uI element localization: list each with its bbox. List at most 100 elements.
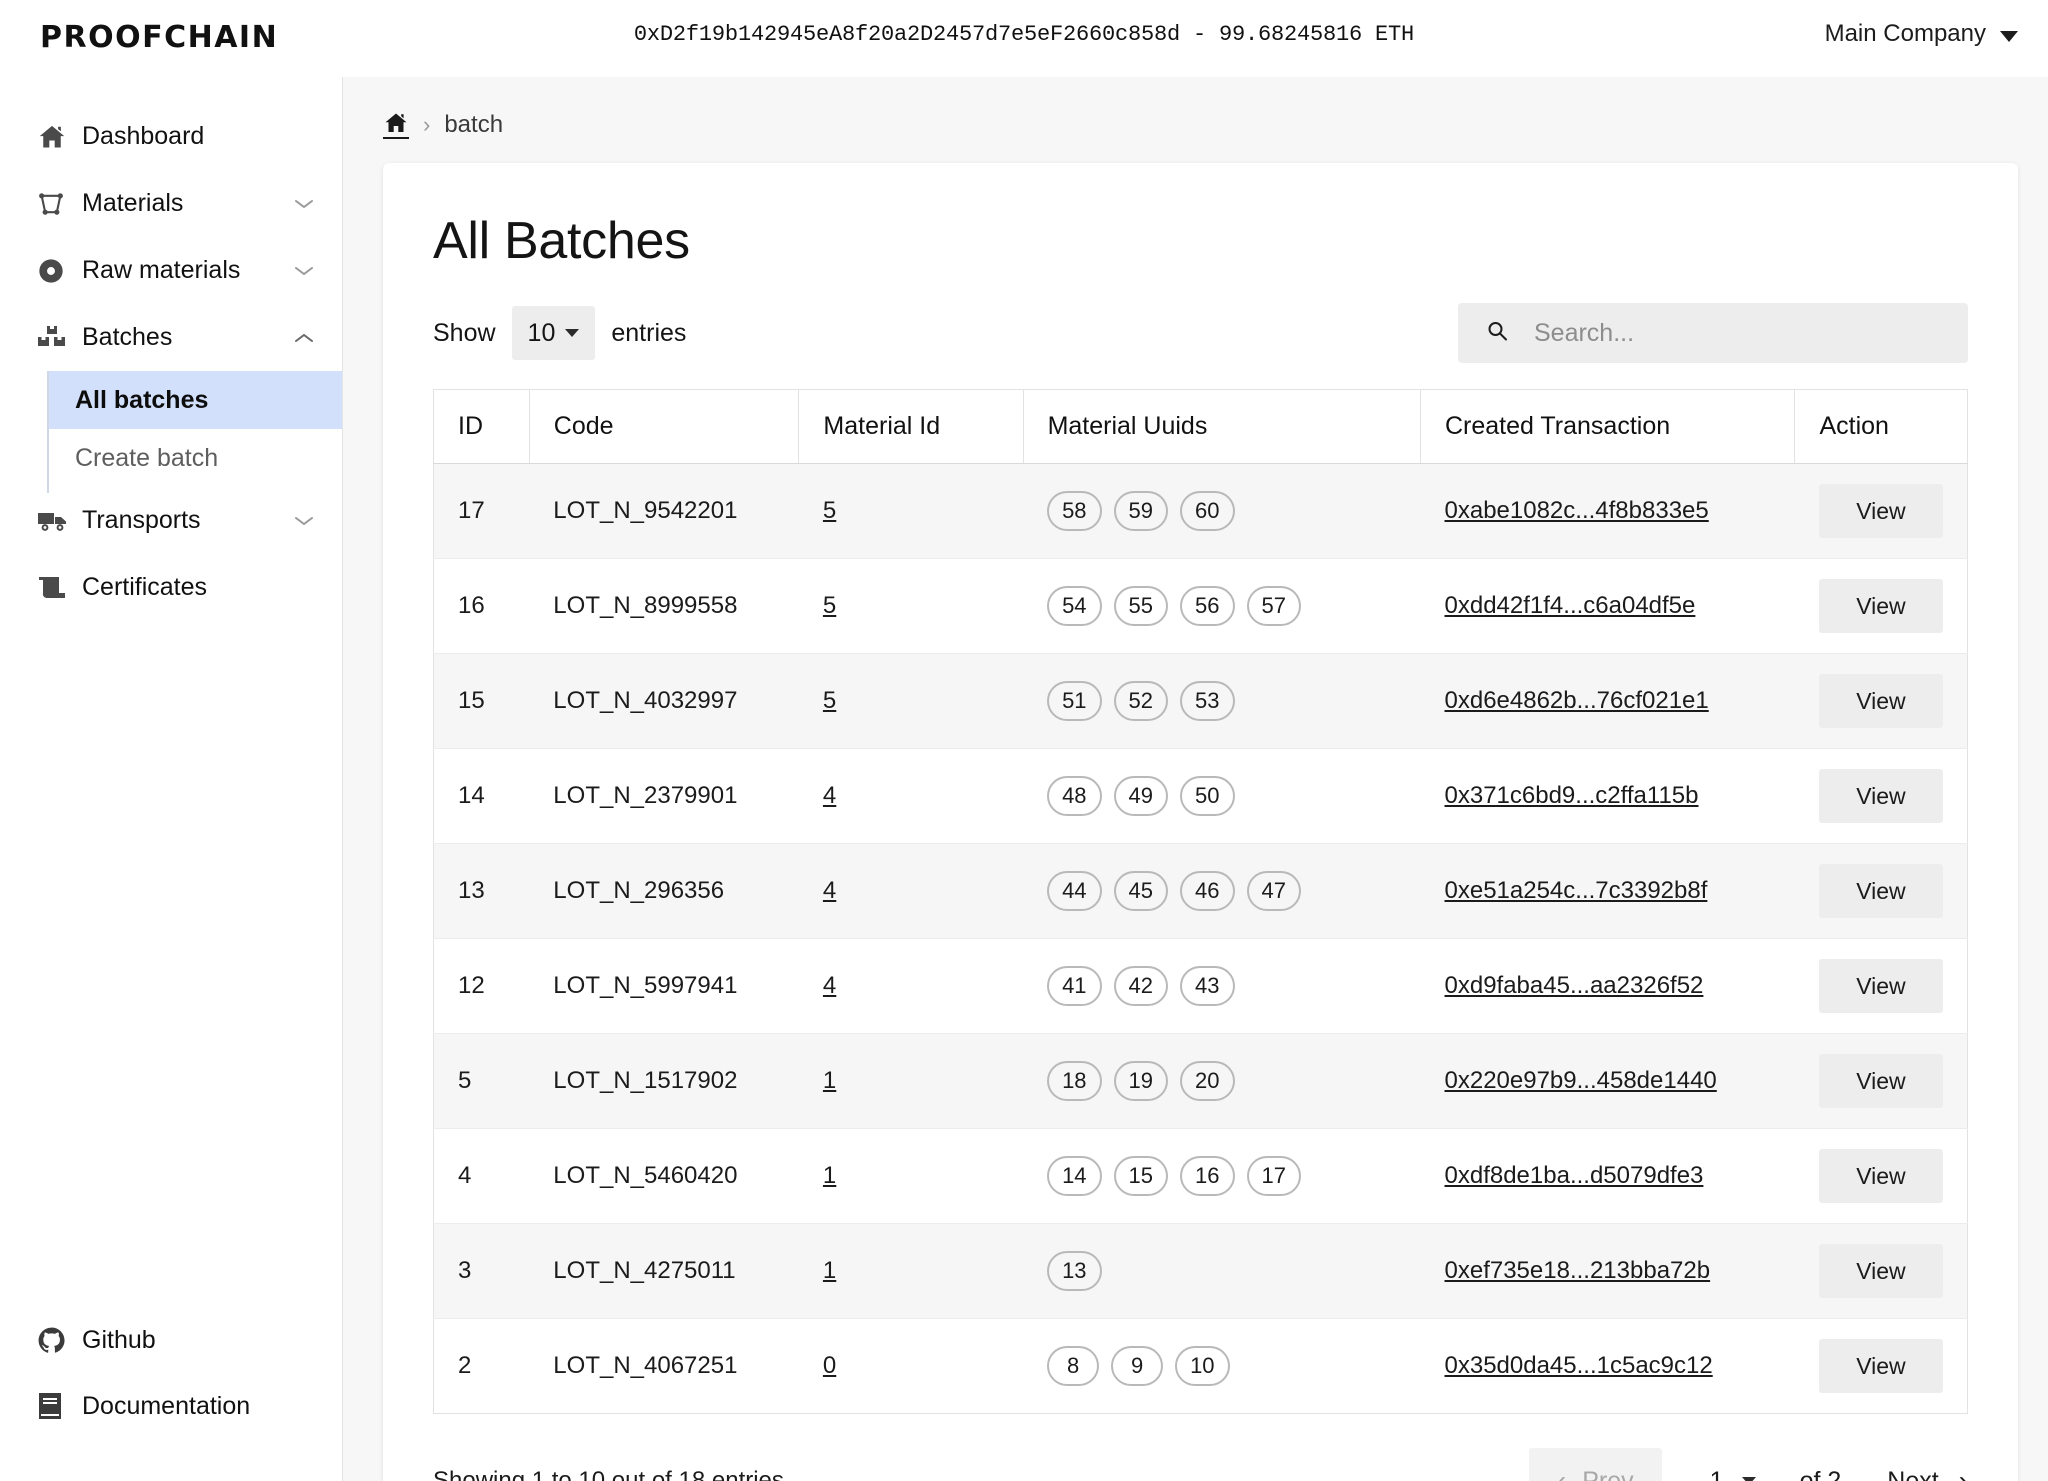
sidebar-item-transports[interactable]: Transports [0, 487, 342, 554]
search-box[interactable] [1458, 303, 1968, 363]
raw-material-icon [37, 256, 71, 286]
material-id-link[interactable]: 1 [823, 1162, 836, 1189]
cell-code: LOT_N_1517902 [529, 1033, 799, 1129]
uuid-pill[interactable]: 42 [1113, 966, 1169, 1006]
uuid-pill[interactable]: 58 [1047, 491, 1102, 531]
entries-value: 10 [527, 318, 556, 347]
search-input[interactable] [1532, 317, 1932, 349]
material-id-link[interactable]: 4 [823, 782, 836, 809]
material-id-link[interactable]: 5 [823, 687, 836, 714]
uuid-pill[interactable]: 45 [1113, 871, 1169, 911]
uuid-pill[interactable]: 55 [1113, 586, 1169, 626]
uuid-pill[interactable]: 50 [1180, 776, 1235, 816]
transaction-link[interactable]: 0xd6e4862b...76cf021e1 [1445, 687, 1709, 714]
page-number-select[interactable]: 1 [1710, 1467, 1756, 1481]
view-button[interactable]: View [1818, 484, 1943, 538]
uuid-pill[interactable]: 13 [1047, 1251, 1102, 1291]
transaction-link[interactable]: 0x220e97b9...458de1440 [1445, 1067, 1717, 1094]
next-page-button[interactable]: Next › [1887, 1467, 1968, 1481]
uuid-pill[interactable]: 8 [1047, 1346, 1100, 1386]
uuid-pill[interactable]: 54 [1047, 586, 1102, 626]
uuid-pill[interactable]: 56 [1180, 586, 1235, 626]
uuid-pill[interactable]: 14 [1047, 1156, 1102, 1196]
prev-page-button[interactable]: ‹ Prev [1528, 1448, 1662, 1481]
uuid-pill[interactable]: 60 [1180, 491, 1235, 531]
uuid-pill[interactable]: 20 [1180, 1061, 1235, 1101]
transaction-link[interactable]: 0x35d0da45...1c5ac9c12 [1445, 1352, 1713, 1379]
batches-card: All Batches Show 10 entries Search... ID… [383, 163, 2018, 1481]
uuid-pill[interactable]: 43 [1180, 966, 1235, 1006]
view-button[interactable]: View [1818, 959, 1943, 1013]
view-button[interactable]: View [1818, 579, 1943, 633]
cell-material-uuids: 54 55 56 57 [1023, 558, 1421, 654]
material-id-link[interactable]: 5 [823, 497, 836, 524]
material-id-link[interactable]: 4 [823, 877, 836, 904]
sidebar-item-all-batches[interactable]: All batches [49, 371, 342, 429]
sidebar-item-documentation[interactable]: Documentation [0, 1373, 342, 1439]
uuid-pill[interactable]: 9 [1111, 1346, 1164, 1386]
cell-id: 4 [433, 1128, 530, 1224]
column-header-material-uuids: Material Uuids [1023, 389, 1422, 464]
uuid-pill[interactable]: 44 [1047, 871, 1102, 911]
company-selector[interactable]: Main Company [1825, 20, 2018, 48]
sidebar-item-raw-materials[interactable]: Raw materials [0, 237, 342, 304]
transaction-link[interactable]: 0xdf8de1ba...d5079dfe3 [1445, 1162, 1704, 1189]
uuid-pill[interactable]: 19 [1113, 1061, 1169, 1101]
uuid-pill[interactable]: 52 [1113, 681, 1169, 721]
uuid-pill[interactable]: 48 [1047, 776, 1102, 816]
uuid-pill[interactable]: 47 [1246, 871, 1301, 911]
view-button[interactable]: View [1818, 1149, 1943, 1203]
sidebar-item-materials[interactable]: Materials [0, 170, 342, 237]
cell-id: 12 [433, 938, 530, 1034]
transaction-link[interactable]: 0xef735e18...213bba72b [1445, 1257, 1711, 1284]
view-button[interactable]: View [1818, 674, 1943, 728]
chevron-down-icon [565, 329, 580, 337]
uuid-pill[interactable]: 53 [1180, 681, 1235, 721]
cell-action: View [1794, 1033, 1968, 1129]
view-button[interactable]: View [1818, 769, 1943, 823]
sidebar-item-certificates[interactable]: Certificates [0, 554, 342, 621]
cell-created-transaction: 0x371c6bd9...c2ffa115b [1420, 748, 1795, 844]
cell-created-transaction: 0xe51a254c...7c3392b8f [1420, 843, 1795, 939]
material-id-link[interactable]: 4 [823, 972, 836, 999]
transaction-link[interactable]: 0xabe1082c...4f8b833e5 [1445, 497, 1709, 524]
material-id-link[interactable]: 1 [823, 1067, 836, 1094]
sidebar-item-batches[interactable]: Batches [0, 304, 342, 371]
transaction-link[interactable]: 0xd9faba45...aa2326f52 [1445, 972, 1704, 999]
transaction-link[interactable]: 0xe51a254c...7c3392b8f [1445, 877, 1708, 904]
home-icon[interactable] [383, 111, 409, 139]
material-id-link[interactable]: 1 [823, 1257, 836, 1284]
transaction-link[interactable]: 0xdd42f1f4...c6a04df5e [1445, 592, 1696, 619]
uuid-pill[interactable]: 51 [1047, 681, 1102, 721]
view-button[interactable]: View [1818, 864, 1943, 918]
material-id-link[interactable]: 5 [823, 592, 836, 619]
cell-material-id: 1 [798, 1223, 1024, 1319]
uuid-pill[interactable]: 57 [1246, 586, 1301, 626]
cell-code: LOT_N_5997941 [529, 938, 799, 1034]
next-label: Next [1887, 1466, 1939, 1481]
transaction-link[interactable]: 0x371c6bd9...c2ffa115b [1445, 782, 1699, 809]
table-head: ID Code Material Id Material Uuids Creat… [433, 389, 1968, 464]
view-button[interactable]: View [1818, 1339, 1943, 1393]
uuid-pill[interactable]: 41 [1047, 966, 1102, 1006]
uuid-pill[interactable]: 10 [1175, 1346, 1230, 1386]
sidebar-item-create-batch[interactable]: Create batch [49, 429, 342, 487]
sidebar-item-dashboard[interactable]: Dashboard [0, 103, 342, 170]
chevron-down-icon [1741, 1477, 1756, 1481]
cell-action: View [1795, 1319, 1968, 1414]
material-id-link[interactable]: 0 [823, 1352, 836, 1379]
uuid-pill[interactable]: 46 [1180, 871, 1235, 911]
entries-per-page-select[interactable]: 10 [511, 306, 596, 360]
uuid-pill[interactable]: 15 [1113, 1156, 1169, 1196]
view-button[interactable]: View [1818, 1244, 1943, 1298]
breadcrumb-current[interactable]: batch [444, 111, 503, 139]
uuid-pill[interactable]: 59 [1113, 491, 1169, 531]
sidebar-item-github[interactable]: Github [0, 1307, 342, 1373]
view-button[interactable]: View [1818, 1054, 1943, 1108]
uuid-pill[interactable]: 17 [1246, 1156, 1301, 1196]
uuid-pill[interactable]: 18 [1047, 1061, 1102, 1101]
chevron-right-icon: › [1958, 1465, 1968, 1481]
uuid-pill[interactable]: 16 [1180, 1156, 1235, 1196]
chevron-down-icon [2000, 30, 2018, 42]
uuid-pill[interactable]: 49 [1113, 776, 1169, 816]
